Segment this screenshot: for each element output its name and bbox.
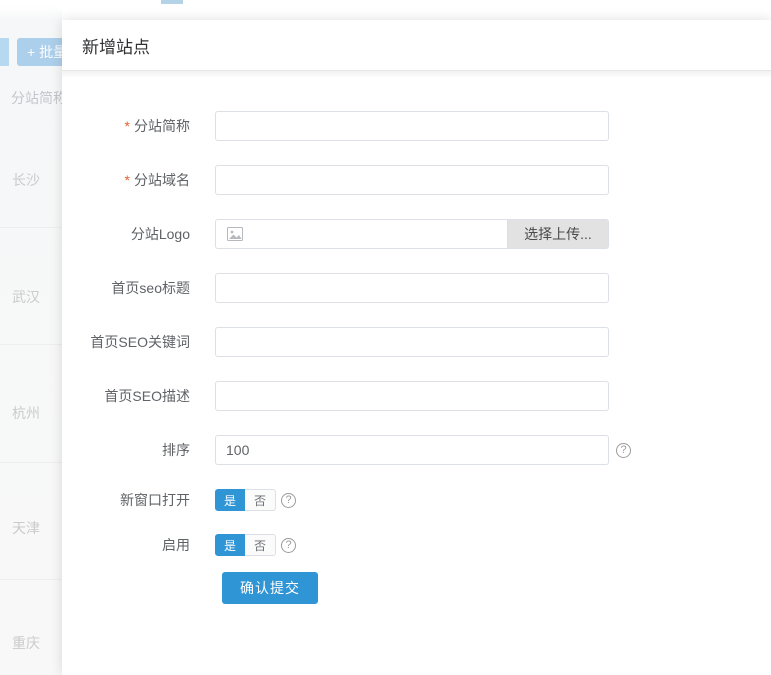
field-label: 新窗口打开 bbox=[62, 490, 190, 510]
site-short-name-input[interactable] bbox=[215, 111, 609, 141]
seo-keywords-input[interactable] bbox=[215, 327, 609, 357]
toggle-option-no[interactable]: 否 bbox=[245, 534, 276, 556]
form-row-site-logo: 分站Logo 选择上传... bbox=[62, 219, 771, 249]
field-label-text: 首页seo标题 bbox=[111, 280, 190, 296]
row-divider bbox=[0, 344, 62, 345]
drawer-header: 新增站点 bbox=[62, 20, 771, 71]
field-label-text: 首页SEO描述 bbox=[104, 388, 190, 404]
field-label: 首页SEO关键词 bbox=[62, 332, 190, 352]
field-label: *分站域名 bbox=[62, 170, 190, 190]
field-label: 首页seo标题 bbox=[62, 278, 190, 298]
field-label: 分站Logo bbox=[62, 224, 190, 244]
button-fragment bbox=[0, 38, 9, 66]
form-row-seo-description: 首页SEO描述 bbox=[62, 381, 771, 411]
field-label-text: 分站Logo bbox=[131, 226, 190, 242]
table-row: 重庆 bbox=[12, 633, 40, 653]
submit-row: 确认提交 bbox=[62, 572, 771, 604]
open-new-window-toggle: 是 否 bbox=[215, 489, 276, 511]
toggle-option-yes[interactable]: 是 bbox=[215, 534, 245, 556]
add-site-form: *分站简称 *分站域名 分站Logo 选择上传... bbox=[62, 77, 771, 604]
logo-upload-box: 选择上传... bbox=[215, 219, 609, 249]
seo-description-input[interactable] bbox=[215, 381, 609, 411]
form-row-site-short-name: *分站简称 bbox=[62, 111, 771, 141]
seo-title-input[interactable] bbox=[215, 273, 609, 303]
row-divider bbox=[0, 227, 62, 228]
help-icon[interactable]: ? bbox=[616, 443, 631, 458]
row-divider bbox=[0, 579, 62, 580]
field-label: *分站简称 bbox=[62, 116, 190, 136]
image-icon bbox=[227, 227, 243, 241]
field-label-text: 新窗口打开 bbox=[120, 492, 190, 508]
form-row-sort-order: 排序 ? bbox=[62, 435, 771, 465]
drawer-title: 新增站点 bbox=[82, 33, 150, 58]
help-icon[interactable]: ? bbox=[281, 493, 296, 508]
form-row-seo-keywords: 首页SEO关键词 bbox=[62, 327, 771, 357]
toggle-option-no[interactable]: 否 bbox=[245, 489, 276, 511]
field-label-text: 分站域名 bbox=[134, 172, 190, 188]
batch-add-button: + 批量 bbox=[17, 38, 62, 66]
top-tab-fragment bbox=[161, 0, 183, 4]
table-row: 天津 bbox=[12, 518, 40, 538]
required-asterisk: * bbox=[125, 172, 130, 188]
field-label: 启用 bbox=[62, 535, 190, 555]
enabled-toggle: 是 否 bbox=[215, 534, 276, 556]
toggle-option-yes[interactable]: 是 bbox=[215, 489, 245, 511]
confirm-submit-button[interactable]: 确认提交 bbox=[222, 572, 318, 604]
background-table: + 批量 分站简称 长沙 武汉 杭州 天津 重庆 bbox=[0, 0, 62, 675]
table-header-site-name: 分站简称 bbox=[11, 88, 62, 108]
field-label-text: 启用 bbox=[162, 537, 190, 553]
field-label: 排序 bbox=[62, 440, 190, 460]
form-row-site-domain: *分站域名 bbox=[62, 165, 771, 195]
choose-upload-button[interactable]: 选择上传... bbox=[507, 220, 608, 248]
required-asterisk: * bbox=[125, 118, 130, 134]
table-row: 长沙 bbox=[12, 170, 40, 190]
sort-order-input[interactable] bbox=[215, 435, 609, 465]
table-row: 武汉 bbox=[12, 287, 40, 307]
field-label-text: 首页SEO关键词 bbox=[90, 334, 190, 350]
form-row-enabled: 启用 是 否 ? bbox=[62, 534, 771, 556]
form-row-open-new-window: 新窗口打开 是 否 ? bbox=[62, 489, 771, 511]
field-label-text: 排序 bbox=[162, 442, 190, 458]
row-divider bbox=[0, 462, 62, 463]
form-row-seo-title: 首页seo标题 bbox=[62, 273, 771, 303]
table-row: 杭州 bbox=[12, 403, 40, 423]
help-icon[interactable]: ? bbox=[281, 538, 296, 553]
site-domain-input[interactable] bbox=[215, 165, 609, 195]
add-site-drawer: 新增站点 *分站简称 *分站域名 分站Logo bbox=[62, 20, 771, 675]
field-label-text: 分站简称 bbox=[134, 118, 190, 134]
field-label: 首页SEO描述 bbox=[62, 386, 190, 406]
